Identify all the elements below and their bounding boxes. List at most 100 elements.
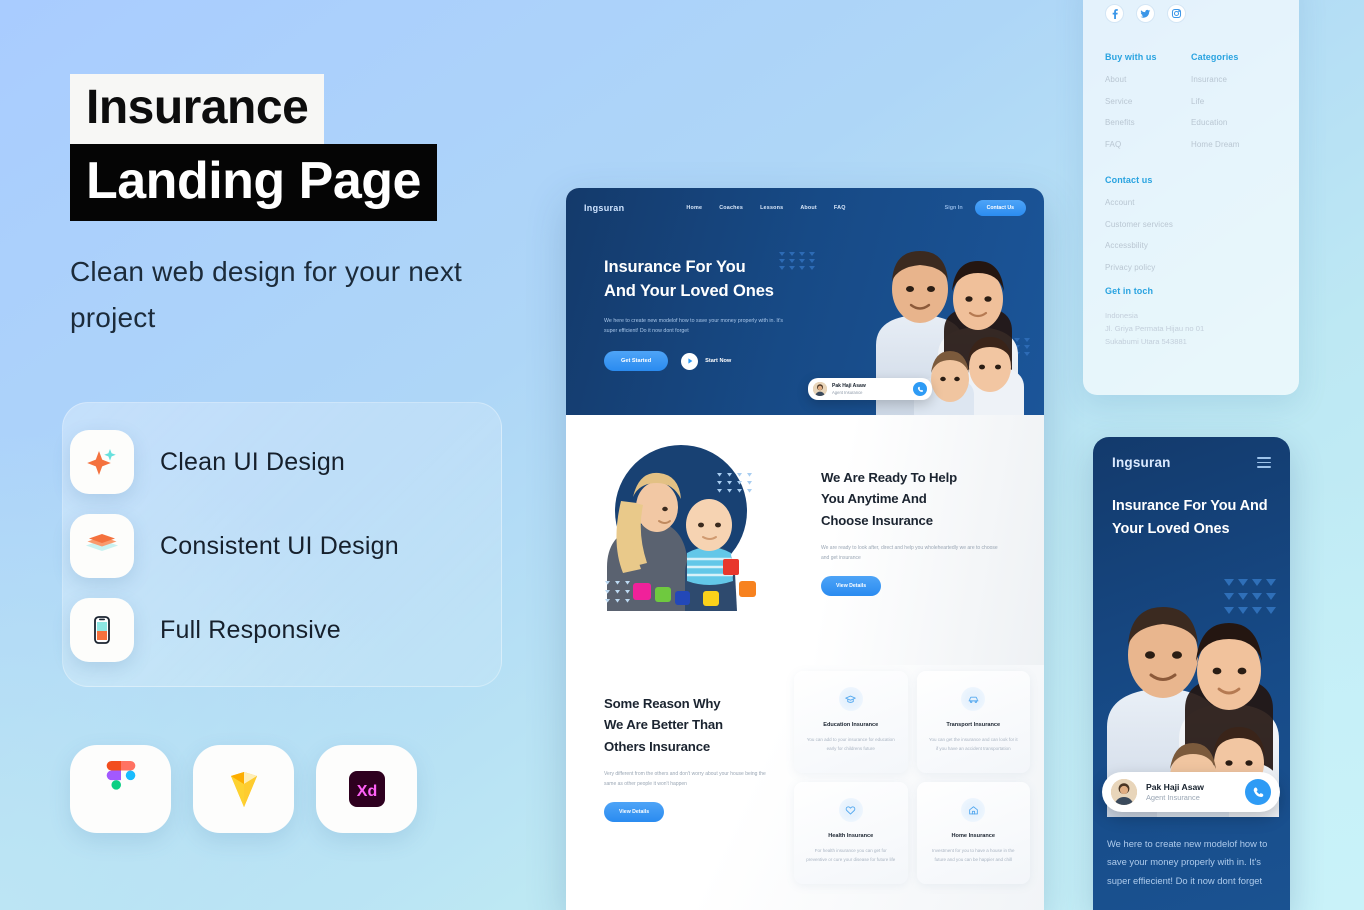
nav-item-coaches[interactable]: Coaches — [719, 205, 743, 211]
section3-heading-line-3: Others Insurance — [604, 738, 711, 754]
car-icon — [961, 687, 986, 711]
footer-column-heading: Categories — [1191, 52, 1239, 62]
agent-name: Pak Haji Asaw — [1146, 782, 1204, 792]
insurance-card-title: Education Insurance — [823, 722, 879, 728]
sketch-icon — [193, 745, 294, 833]
footer-column-heading: Contact us — [1105, 175, 1153, 185]
hamburger-icon[interactable] — [1257, 457, 1271, 468]
insurance-card-transport[interactable]: Transport Insurance You can get the insu… — [916, 671, 1030, 773]
promo-title-line-2: Landing Page — [70, 144, 437, 221]
avatar — [1111, 779, 1137, 805]
footer-link-home-dream[interactable]: Home Dream — [1191, 140, 1277, 149]
nav-item-lessons[interactable]: Lessons — [760, 205, 783, 211]
nav-item-home[interactable]: Home — [686, 205, 702, 211]
phone-icon[interactable] — [1245, 779, 1271, 805]
feature-item-responsive: Full Responsive — [70, 598, 399, 662]
heart-icon — [838, 798, 863, 822]
footer-link-benefits[interactable]: Benefits — [1105, 118, 1191, 127]
section2-heading-line-3: Choose Insurance — [821, 512, 933, 528]
brand-logo[interactable]: Ingsuran — [584, 203, 624, 213]
phone-icon[interactable] — [913, 382, 927, 396]
facebook-icon[interactable] — [1105, 4, 1124, 23]
home-icon — [961, 798, 986, 822]
footer-link-insurance[interactable]: Insurance — [1191, 75, 1277, 84]
mobile-heading-line-1: Insurance For You And — [1112, 498, 1268, 514]
get-started-button[interactable]: Get Started — [604, 351, 669, 372]
social-links — [1105, 4, 1277, 23]
desktop-topnav: Ingsuran Home Coaches Lessons About FAQ … — [566, 188, 1044, 228]
start-now-label: Start Now — [705, 358, 732, 365]
footer-link-service[interactable]: Service — [1105, 97, 1191, 106]
nav-item-about[interactable]: About — [800, 205, 817, 211]
section3-heading-line-2: We Are Better Than — [604, 717, 723, 733]
insurance-card-grid: Education Insurance You can add to your … — [794, 671, 1030, 884]
footer-link-faq[interactable]: FAQ — [1105, 140, 1191, 149]
mobile-brand-logo[interactable]: Ingsuran — [1112, 455, 1171, 470]
nav-item-faq[interactable]: FAQ — [834, 205, 846, 211]
footer-get-in-touch: Get in toch Indonesia Jl. Griya Permata … — [1105, 286, 1277, 349]
instagram-icon[interactable] — [1167, 4, 1186, 23]
insurance-card-desc: Investment for you to have a house in th… — [931, 848, 1015, 862]
address-line-3: Sukabumi Utara 543881 — [1105, 337, 1187, 347]
footer-link-columns: Buy with us About Service Benefits FAQ C… — [1105, 52, 1277, 161]
start-now-control[interactable]: Start Now — [681, 352, 732, 370]
section3-paragraph: Very different from the others and don't… — [604, 771, 766, 788]
footer-link-about[interactable]: About — [1105, 75, 1191, 84]
nav-right-group: Sign In Contact Us — [945, 200, 1026, 216]
footer-column-categories: Categories Insurance Life Education Home… — [1191, 52, 1277, 161]
insurance-card-health[interactable]: Health Insurance For health insurance yo… — [794, 782, 908, 884]
mobile-mockup: Ingsuran Insurance For You And Your Love… — [1093, 437, 1290, 910]
figma-icon — [70, 745, 171, 833]
footer-link-account[interactable]: Account — [1105, 198, 1277, 207]
agent-role: Agent Insurance — [1146, 793, 1200, 802]
mobile-paragraph: We here to create new modelof how to sav… — [1107, 838, 1268, 886]
footer-column-heading: Buy with us — [1105, 52, 1157, 62]
section2-view-details-button[interactable]: View Details — [821, 576, 882, 597]
sign-in-link[interactable]: Sign In — [945, 205, 963, 211]
ready-to-help-section: We Are Ready To Help You Anytime And Cho… — [566, 415, 1044, 665]
svg-text:Xd: Xd — [356, 783, 376, 800]
promo-block: Insurance Landing Page Clean web design … — [70, 74, 540, 341]
insurance-card-home[interactable]: Home Insurance Investment for you to hav… — [916, 782, 1030, 884]
play-icon[interactable] — [681, 352, 699, 370]
section2-heading-line-1: We Are Ready To Help — [821, 470, 957, 485]
footer-link-accessbility[interactable]: Accessbility — [1105, 241, 1277, 250]
hero-paragraph: We here to create new modelof how to sav… — [604, 317, 784, 335]
footer-panel: Buy with us About Service Benefits FAQ C… — [1083, 0, 1299, 395]
ready-to-help-copy: We Are Ready To Help You Anytime And Cho… — [821, 467, 1016, 597]
mother-baby-photo — [605, 445, 756, 611]
insurance-card-desc: For health insurance you can get for pre… — [806, 848, 896, 862]
agent-info: Pak Haji Asaw Agent Insurance — [832, 383, 866, 395]
footer-link-privacy-policy[interactable]: Privacy policy — [1105, 263, 1277, 272]
app-icon-list: Xd — [70, 745, 417, 833]
feature-label: Clean UI Design — [160, 447, 346, 476]
footer-link-education[interactable]: Education — [1191, 118, 1277, 127]
promo-subtitle: Clean web design for your next project — [70, 256, 462, 334]
desktop-mockup: Ingsuran Home Coaches Lessons About FAQ … — [566, 188, 1044, 910]
footer-column-heading: Get in toch — [1105, 285, 1154, 296]
mobile-agent-card[interactable]: Pak Haji Asaw Agent Insurance — [1102, 772, 1280, 812]
agent-name: Pak Haji Asaw — [832, 383, 866, 389]
hero-section: Ingsuran Home Coaches Lessons About FAQ … — [566, 188, 1044, 415]
twitter-icon[interactable] — [1136, 4, 1155, 23]
feature-item-consistent-ui: Consistent UI Design — [70, 514, 399, 578]
mobile-topbar: Ingsuran — [1093, 437, 1290, 470]
mobile-heading-line-2: Your Loved Ones — [1112, 521, 1230, 538]
section2-heading-line-2: You Anytime And — [821, 491, 927, 507]
section2-paragraph: We are ready to look after, direct and h… — [821, 545, 998, 562]
feature-item-clean-ui: Clean UI Design — [70, 430, 399, 494]
promo-title-group: Insurance Landing Page — [70, 74, 540, 221]
reason-section: Some Reason Why We Are Better Than Other… — [566, 665, 1044, 910]
contact-us-button[interactable]: Contact Us — [974, 200, 1026, 216]
section3-view-details-button[interactable]: View Details — [604, 802, 665, 823]
address-line-1: Indonesia — [1105, 310, 1138, 320]
hero-agent-card[interactable]: Pak Haji Asaw Agent Insurance — [808, 378, 932, 400]
avatar — [813, 382, 827, 396]
feature-label: Full Responsive — [160, 615, 341, 644]
insurance-card-education[interactable]: Education Insurance You can add to your … — [794, 671, 908, 773]
insurance-card-desc: You can get the insurance and can look f… — [928, 737, 1018, 751]
footer-link-life[interactable]: Life — [1191, 97, 1277, 106]
nav-links: Home Coaches Lessons About FAQ — [686, 205, 845, 211]
footer-link-customer-services[interactable]: Customer services — [1105, 220, 1277, 229]
insurance-card-title: Transport Insurance — [946, 722, 1001, 728]
